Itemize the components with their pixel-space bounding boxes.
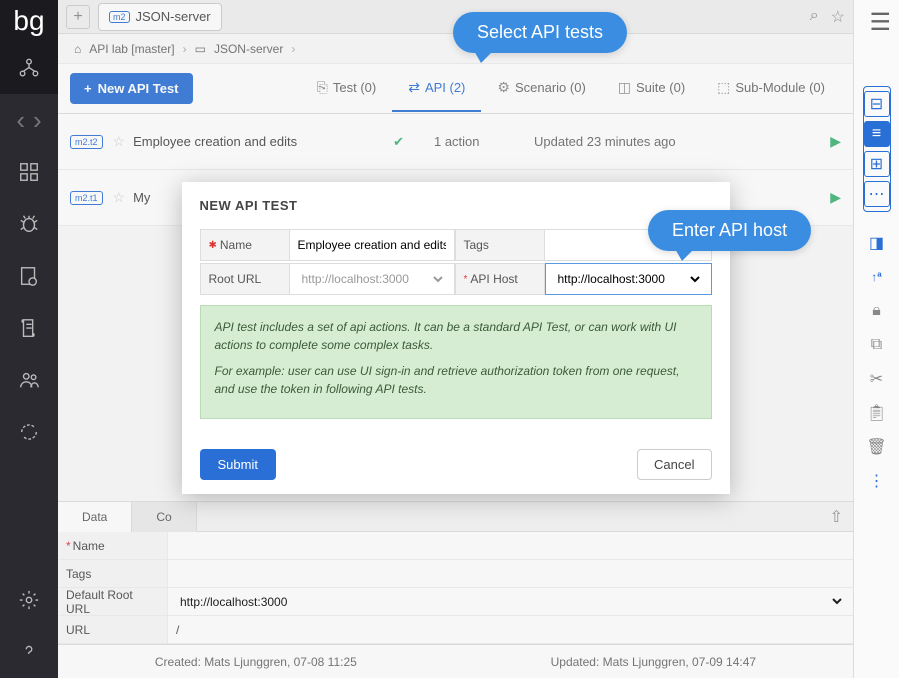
bug-report-icon[interactable] bbox=[0, 250, 58, 302]
view-dots-icon[interactable]: ⋯ bbox=[864, 181, 890, 207]
menu-icon[interactable]: ☰ bbox=[869, 8, 891, 37]
delete-icon[interactable]: 🗑︎ bbox=[864, 434, 890, 460]
more-icon[interactable]: ⋮ bbox=[864, 468, 890, 494]
logo[interactable]: bg bbox=[0, 0, 58, 42]
refresh-icon[interactable] bbox=[0, 406, 58, 458]
right-rail: ☰ ⊟ ≡ ⊞ ⋯ ◨ ↑ª 🔒︎ ⧉ ✂︎ 📋︎ 🗑︎ ⋮ bbox=[853, 0, 899, 678]
settings-icon[interactable] bbox=[0, 574, 58, 626]
view-tree-icon[interactable]: ⊟ bbox=[864, 91, 890, 117]
left-rail: bg ‹ › bbox=[0, 0, 58, 678]
bug-icon[interactable] bbox=[0, 198, 58, 250]
copy-icon[interactable]: ⧉ bbox=[864, 332, 890, 358]
field-label-root: Root URL bbox=[200, 263, 290, 295]
view-grid-icon[interactable]: ⊞ bbox=[864, 151, 890, 177]
sort-icon[interactable]: ↑ª bbox=[864, 264, 890, 290]
panel-icon[interactable]: ◨ bbox=[864, 230, 890, 256]
cut-icon[interactable]: ✂︎ bbox=[864, 366, 890, 392]
paste-icon[interactable]: 📋︎ bbox=[864, 400, 890, 426]
apps-icon[interactable] bbox=[0, 146, 58, 198]
callout-select-api: Select API tests bbox=[453, 12, 627, 53]
field-label-tags: Tags bbox=[455, 229, 545, 261]
help-icon[interactable] bbox=[0, 626, 58, 678]
callout-enter-host: Enter API host bbox=[648, 210, 811, 251]
modal-name-input[interactable] bbox=[298, 238, 446, 252]
field-label-host: *API Host bbox=[455, 263, 545, 295]
users-icon[interactable] bbox=[0, 354, 58, 406]
modal-overlay: NEW API TEST ✱Name Tags Root URL http://… bbox=[58, 0, 853, 678]
nav-arrows: ‹ › bbox=[0, 94, 58, 146]
modal-title: NEW API TEST bbox=[182, 182, 730, 229]
view-list-icon[interactable]: ≡ bbox=[864, 121, 890, 147]
modal-info: API test includes a set of api actions. … bbox=[200, 305, 712, 419]
modal-root-select[interactable]: http://localhost:3000 bbox=[298, 271, 446, 287]
nav-forward-icon[interactable]: › bbox=[29, 105, 46, 136]
modal-host-select[interactable]: http://localhost:3000 bbox=[554, 271, 703, 287]
submit-button[interactable]: Submit bbox=[200, 449, 276, 480]
tree-icon[interactable] bbox=[0, 42, 58, 94]
scroll-icon[interactable] bbox=[0, 302, 58, 354]
nav-back-icon[interactable]: ‹ bbox=[12, 105, 29, 136]
lock-icon[interactable]: 🔒︎ bbox=[864, 298, 890, 324]
field-label-name: ✱Name bbox=[200, 229, 290, 261]
cancel-button[interactable]: Cancel bbox=[637, 449, 711, 480]
